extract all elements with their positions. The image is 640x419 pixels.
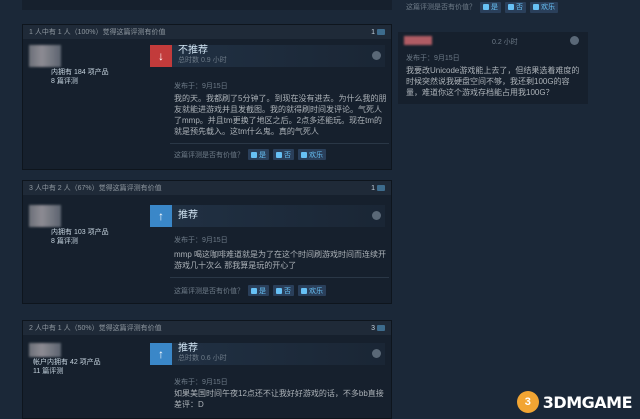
thumbs-down-icon <box>276 151 282 158</box>
verdict-box[interactable]: ↑ 推荐 <box>150 205 385 227</box>
review-count: 11 篇评测 <box>33 368 64 375</box>
verdict-box[interactable]: ↑ 推荐 总时数 0.6 小时 <box>150 343 385 365</box>
review-author[interactable]: 帐户内拥有 42 项产品 11 篇评测 <box>29 343 139 376</box>
playtime: 总时数 0.9 小时 <box>178 57 227 64</box>
helpful-row: 这篇评测是否有价值？ 是 否 欢乐 <box>174 285 326 296</box>
smile-icon <box>533 4 539 10</box>
thumbs-down-icon <box>276 287 282 294</box>
comment-icon <box>377 325 385 331</box>
smile-icon <box>301 287 307 294</box>
vote-funny-label: 欢乐 <box>309 151 323 159</box>
review-card: 2 人中有 1 人（50%）觉得这篇评测有价值 3 帐户内拥有 42 项产品 1… <box>22 320 392 419</box>
vote-no-label: 否 <box>284 287 291 295</box>
review-header: 3 人中有 2 人（67%）觉得这篇评测有价值 1 <box>23 181 391 195</box>
divider <box>170 143 389 144</box>
thumbs-up-icon: ↑ <box>150 205 172 227</box>
review-card: 0.2 小时 发布于：9月15日 我要改Unicode游戏能上去了，但结果选着难… <box>398 32 588 104</box>
helpful-question: 这篇评测是否有价值？ <box>174 287 244 295</box>
vote-funny-label: 欢乐 <box>541 4 555 11</box>
owned-count: 内拥有 184 项产品 <box>51 69 109 76</box>
vote-yes-label: 是 <box>491 4 498 11</box>
review-header: 1 人中有 1 人（100%）觉得这篇评测有价值 1 <box>23 25 391 39</box>
thumbs-up-icon <box>251 287 257 294</box>
avatar[interactable] <box>29 45 61 67</box>
vote-no-label: 否 <box>516 4 523 11</box>
review-count: 8 篇评测 <box>51 238 78 245</box>
avatar[interactable] <box>404 36 432 45</box>
watermark: 3 3DMGAME <box>516 391 633 413</box>
posted-date: 发布于：9月15日 <box>174 83 228 90</box>
avatar[interactable] <box>29 205 61 227</box>
playtime: 0.2 小时 <box>492 39 518 46</box>
steam-icon <box>570 36 579 45</box>
vote-yes-label: 是 <box>259 287 266 295</box>
verdict-title: 推荐 <box>178 210 198 221</box>
watermark-text: 3DMGAME <box>542 392 633 412</box>
comment-count-link[interactable]: 3 <box>371 325 385 332</box>
helpful-row: 这篇评测是否有价值？ 是 否 欢乐 <box>174 149 326 160</box>
comment-count-link[interactable]: 1 <box>371 29 385 36</box>
verdict-title: 不推荐 <box>178 45 208 56</box>
helpful-question: 这篇评测是否有价值？ <box>174 151 244 159</box>
vote-funny-button[interactable]: 欢乐 <box>298 285 326 296</box>
comment-count: 3 <box>371 324 375 332</box>
avatar[interactable] <box>29 343 61 357</box>
divider <box>170 277 389 278</box>
vote-yes-label: 是 <box>259 151 266 159</box>
comment-count: 1 <box>371 28 375 36</box>
review-text: 我的天。我都刷了5分钟了。到现在没有进去。为什么我的朋友就能进游戏并且发截图。我… <box>174 94 387 136</box>
vote-no-button[interactable]: 否 <box>273 149 294 160</box>
smile-icon <box>301 151 307 158</box>
thumbs-down-icon: ↓ <box>150 45 172 67</box>
review-author[interactable]: 内拥有 184 项产品 8 篇评测 <box>29 45 139 86</box>
vote-funny-label: 欢乐 <box>309 287 323 295</box>
review-card: 3 人中有 2 人（67%）觉得这篇评测有价值 1 内拥有 103 项产品 8 … <box>22 180 392 304</box>
verdict-title: 推荐 <box>178 343 198 354</box>
thumbs-up-icon: ↑ <box>150 343 172 365</box>
posted-date: 发布于：9月15日 <box>174 237 228 244</box>
review-text: 如果美国时间午夜12点还不让我好好游戏的话，不多bb直接差评：D <box>174 389 384 409</box>
thumbs-up-icon <box>483 4 489 10</box>
helpful-row: 这篇评测是否有价值？ 是 否 欢乐 <box>398 0 628 14</box>
comment-count: 1 <box>371 184 375 192</box>
vote-yes-button[interactable]: 是 <box>248 149 269 160</box>
wrench-icon <box>372 349 381 358</box>
vote-funny-button[interactable]: 欢乐 <box>298 149 326 160</box>
steam-icon <box>372 51 381 60</box>
verdict-box[interactable]: ↓ 不推荐 总时数 0.9 小时 <box>150 45 385 67</box>
vote-no-button[interactable]: 否 <box>273 285 294 296</box>
logo-icon: 3 <box>516 391 539 413</box>
posted-date: 发布于：9月15日 <box>174 379 228 386</box>
helpful-summary: 3 人中有 2 人（67%）觉得这篇评测有价值 <box>29 185 162 192</box>
owned-count: 帐户内拥有 42 项产品 <box>33 359 101 366</box>
review-count: 8 篇评测 <box>51 78 78 85</box>
review-text: 我要改Unicode游戏能上去了，但结果选着难度的时候突然说我硬盘空间不够，我还… <box>406 66 580 97</box>
posted-date: 发布于：9月15日 <box>406 55 460 62</box>
helpful-summary: 1 人中有 1 人（100%）觉得这篇评测有价值 <box>29 29 166 36</box>
vote-no-label: 否 <box>284 151 291 159</box>
thumbs-up-icon <box>251 151 257 158</box>
helpful-question: 这篇评测是否有价值？ <box>406 4 476 11</box>
steam-icon <box>372 211 381 220</box>
comment-count-link[interactable]: 1 <box>371 185 385 192</box>
vote-funny-button[interactable]: 欢乐 <box>530 1 558 13</box>
vote-no-button[interactable]: 否 <box>505 1 526 13</box>
review-text: mmp 喝这咖啡难道就是为了在这个时间刷游戏时间而连续开游戏几十次么 那我算是玩… <box>174 250 386 270</box>
review-author[interactable]: 内拥有 103 项产品 8 篇评测 <box>29 205 139 246</box>
thumbs-down-icon <box>508 4 514 10</box>
vote-yes-button[interactable]: 是 <box>248 285 269 296</box>
review-card: 1 人中有 1 人（100%）觉得这篇评测有价值 1 内拥有 184 项产品 8… <box>22 24 392 170</box>
owned-count: 内拥有 103 项产品 <box>51 229 109 236</box>
previous-review-edge <box>22 0 392 10</box>
comment-icon <box>377 185 385 191</box>
review-header: 2 人中有 1 人（50%）觉得这篇评测有价值 3 <box>23 321 391 335</box>
comment-icon <box>377 29 385 35</box>
playtime: 总时数 0.6 小时 <box>178 355 227 362</box>
vote-yes-button[interactable]: 是 <box>480 1 501 13</box>
helpful-summary: 2 人中有 1 人（50%）觉得这篇评测有价值 <box>29 325 162 332</box>
